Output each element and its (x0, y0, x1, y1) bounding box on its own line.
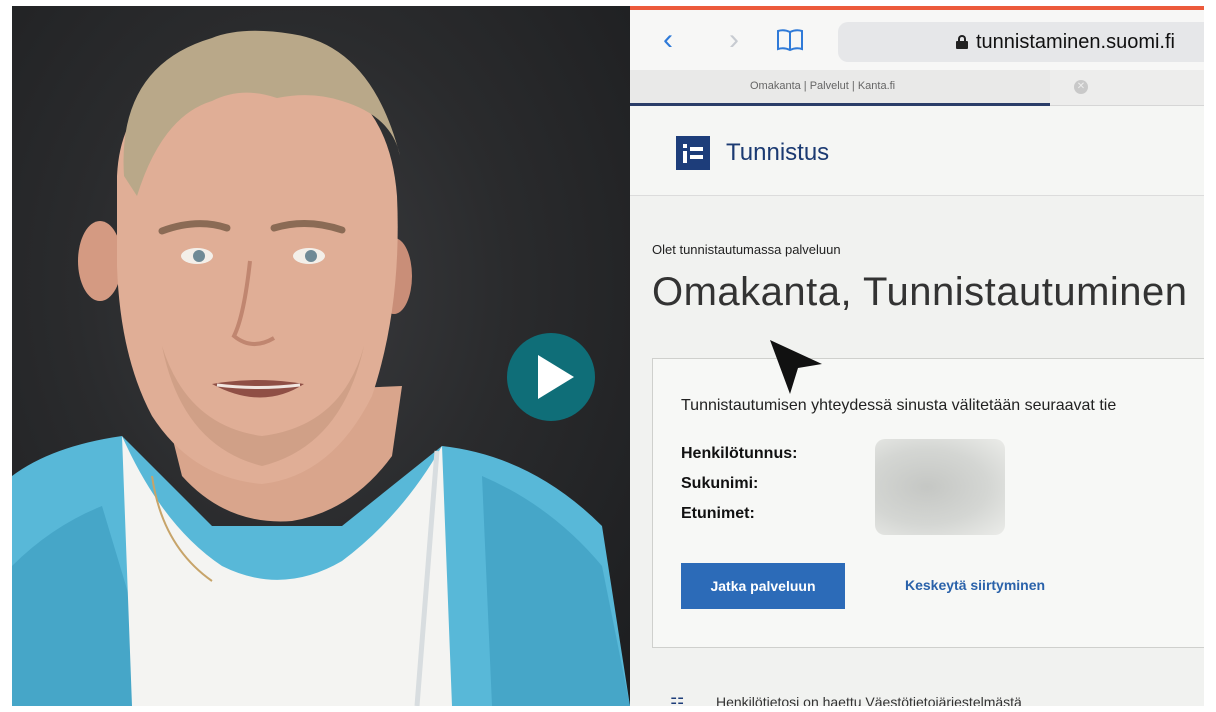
address-text: tunnistaminen.suomi.fi (976, 31, 1175, 53)
chevron-left-icon[interactable]: ‹ (648, 20, 688, 60)
site-header: Tunnistus (630, 106, 1204, 196)
field-label-sukunimi: Sukunimi: (681, 475, 759, 492)
tab-omakanta[interactable]: Omakanta | Palvelut | Kanta.fi (630, 70, 1050, 106)
browser-toolbar: ‹ › tunnistaminen.suomi.fi (630, 10, 1204, 70)
tab-title: Omakanta | Palvelut | Kanta.fi (750, 80, 896, 92)
cursor-icon (770, 340, 822, 394)
browser-window: ‹ › tunnistaminen.suomi.fi Omakanta | Pa… (630, 6, 1204, 706)
info-intro: Tunnistautumisen yhteydessä sinusta väli… (681, 397, 1117, 414)
close-icon[interactable]: ✕ (1074, 80, 1088, 94)
play-icon (538, 355, 574, 399)
main-content: Olet tunnistautumassa palveluun Omakanta… (630, 196, 1204, 706)
population-register-icon: ☷ (670, 696, 685, 706)
continue-button[interactable]: Jatka palveluun (681, 563, 845, 609)
field-label-henkilotunnus: Henkilötunnus: (681, 445, 798, 462)
info-box: Tunnistautumisen yhteydessä sinusta väli… (652, 358, 1204, 648)
video-frame: ‹ › tunnistaminen.suomi.fi Omakanta | Pa… (12, 6, 1204, 706)
tab-strip: Omakanta | Palvelut | Kanta.fi ✕ (630, 70, 1204, 106)
field-label-etunimet: Etunimet: (681, 505, 755, 522)
address-bar[interactable]: tunnistaminen.suomi.fi (838, 22, 1204, 62)
footer-text: Henkilötietosi on haettu Väestötietojärj… (716, 694, 1022, 706)
suomi-fi-logo-icon (676, 136, 710, 170)
service-name: Tunnistus (726, 139, 830, 166)
page-title: Omakanta, Tunnistautuminen (652, 270, 1188, 314)
intro-label: Olet tunnistautumassa palveluun (652, 242, 841, 257)
cancel-link[interactable]: Keskeytä siirtyminen (905, 577, 1045, 593)
lock-icon (956, 35, 968, 49)
book-icon[interactable] (770, 20, 810, 60)
play-button[interactable] (507, 333, 595, 421)
blurred-values (875, 439, 1005, 535)
chevron-right-icon[interactable]: › (714, 20, 754, 60)
